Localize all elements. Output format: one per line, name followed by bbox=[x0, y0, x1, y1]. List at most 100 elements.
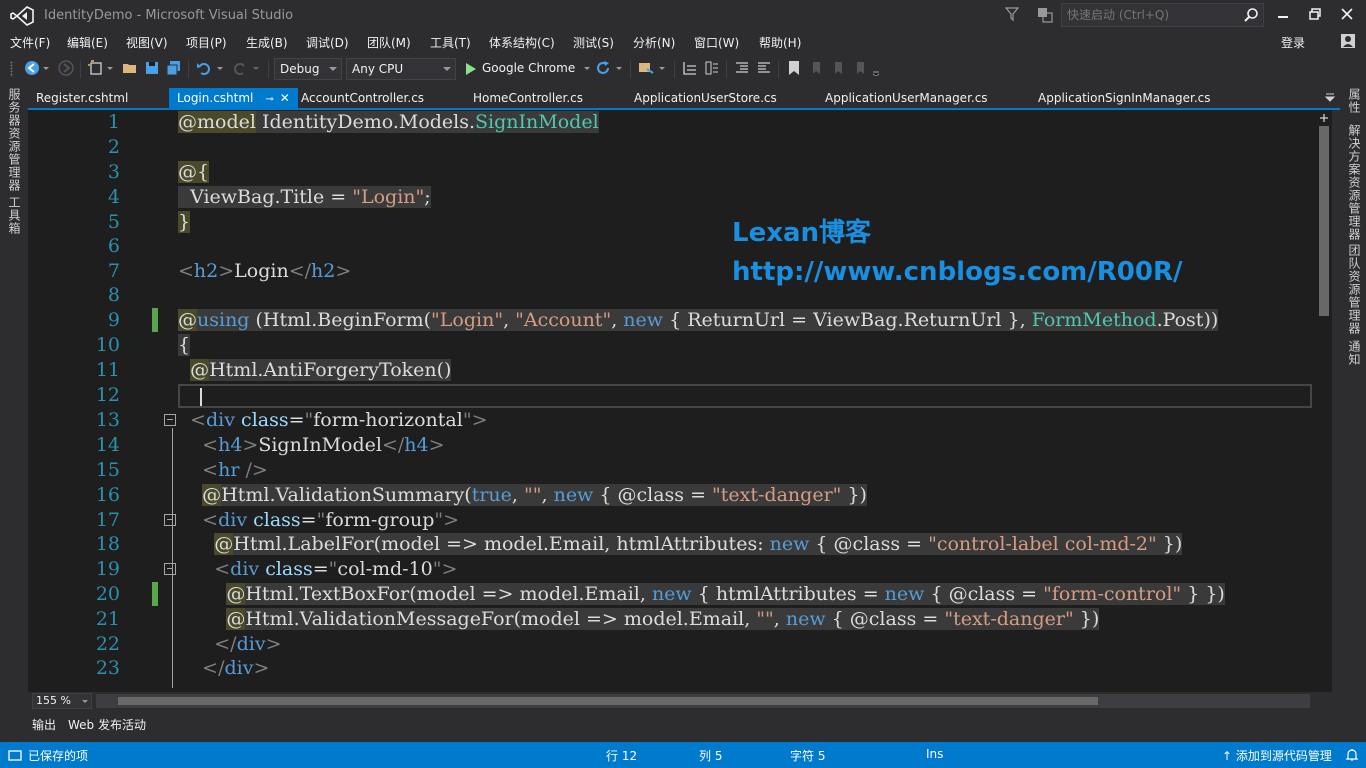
change-marker bbox=[152, 308, 158, 332]
solution-configuration-dropdown[interactable]: Debug bbox=[274, 58, 342, 80]
clear-bookmarks-icon[interactable] bbox=[852, 60, 868, 76]
toolbar-grip[interactable] bbox=[10, 61, 13, 77]
next-bookmark-icon[interactable] bbox=[830, 60, 846, 76]
split-editor-icon[interactable] bbox=[1316, 111, 1332, 125]
vertical-scroll-thumb[interactable] bbox=[1319, 126, 1329, 316]
tab-output[interactable]: 输出 bbox=[32, 716, 56, 733]
sign-in-link[interactable]: 登录 bbox=[1281, 34, 1305, 51]
tab-applicationsigninmanager-cs[interactable]: ApplicationSignInManager.cs bbox=[1030, 88, 1219, 109]
menu-debug[interactable]: 调试(D) bbox=[306, 34, 349, 51]
tab-register-cshtml[interactable]: Register.cshtml bbox=[28, 88, 136, 109]
menu-analyze[interactable]: 分析(N) bbox=[633, 34, 675, 51]
status-line: 行 12 bbox=[606, 749, 638, 763]
menu-project[interactable]: 项目(P) bbox=[186, 34, 227, 51]
code-line: 15 <hr /> bbox=[28, 458, 1308, 482]
feedback-icon[interactable] bbox=[1036, 6, 1054, 24]
menu-tools[interactable]: 工具(T) bbox=[430, 34, 471, 51]
redo-icon[interactable] bbox=[232, 60, 248, 76]
tab-list-dropdown-icon[interactable] bbox=[1325, 92, 1335, 102]
horizontal-scrollbar[interactable] bbox=[96, 694, 1310, 708]
status-bar: 已保存的项 行 12 列 5 字符 5 Ins ↑ 添加到源代码管理 bbox=[0, 742, 1366, 768]
previous-bookmark-icon[interactable] bbox=[808, 60, 824, 76]
redo-dropdown-icon[interactable] bbox=[252, 60, 260, 76]
new-project-dropdown-icon[interactable] bbox=[106, 60, 114, 76]
bookmark-icon[interactable] bbox=[786, 60, 802, 76]
run-target-dropdown-icon[interactable] bbox=[583, 60, 591, 76]
pin-icon[interactable]: ⊸ bbox=[265, 94, 273, 105]
tab-login-cshtml[interactable]: Login.cshtml ⊸ ✕ bbox=[169, 88, 298, 109]
line-number: 17 bbox=[95, 509, 120, 531]
start-debugging-button[interactable]: Google Chrome bbox=[462, 58, 575, 80]
save-icon[interactable] bbox=[144, 60, 160, 76]
quick-launch-box[interactable] bbox=[1061, 3, 1264, 27]
increase-indent-icon[interactable] bbox=[756, 60, 772, 76]
vertical-scrollbar[interactable] bbox=[1316, 110, 1332, 692]
maximize-button[interactable] bbox=[1300, 4, 1330, 26]
server-explorer-tab[interactable]: 服务器资源管理器 bbox=[6, 88, 23, 192]
solution-explorer-tab[interactable]: 解决方案资源管理器 bbox=[1346, 124, 1363, 241]
back-dropdown-icon[interactable] bbox=[42, 60, 50, 76]
properties-tab[interactable]: 属性 bbox=[1346, 88, 1363, 114]
source-control-button[interactable]: ↑ 添加到源代码管理 bbox=[1222, 747, 1332, 764]
refresh-icon[interactable] bbox=[595, 60, 611, 76]
team-explorer-tab[interactable]: 团队资源管理器 bbox=[1346, 244, 1363, 335]
open-file-icon[interactable] bbox=[122, 60, 138, 76]
save-all-icon[interactable] bbox=[166, 60, 182, 76]
undo-icon[interactable] bbox=[196, 60, 212, 76]
line-number: 21 bbox=[95, 608, 120, 630]
toolbar-overflow-icon[interactable] bbox=[872, 60, 880, 76]
horizontal-scroll-thumb[interactable] bbox=[118, 697, 1098, 705]
menu-view[interactable]: 视图(V) bbox=[126, 34, 168, 51]
zoom-dropdown[interactable]: 155 % bbox=[32, 693, 92, 709]
line-number: 12 bbox=[95, 384, 120, 406]
solution-platform-dropdown[interactable]: Any CPU bbox=[346, 58, 456, 80]
line-number: 8 bbox=[107, 284, 120, 306]
solution-explorer-icon[interactable] bbox=[682, 60, 698, 76]
undo-dropdown-icon[interactable] bbox=[216, 60, 224, 76]
account-icon[interactable] bbox=[1339, 32, 1357, 50]
tab-applicationusermanager-cs[interactable]: ApplicationUserManager.cs bbox=[817, 88, 996, 109]
search-icon[interactable] bbox=[1243, 7, 1259, 23]
toolbar-separator bbox=[726, 60, 727, 78]
new-project-icon[interactable] bbox=[88, 60, 104, 76]
restore-icon bbox=[1309, 8, 1321, 20]
collapse-region-icon[interactable] bbox=[164, 514, 176, 526]
line-number: 14 bbox=[95, 434, 120, 456]
menu-help[interactable]: 帮助(H) bbox=[759, 34, 801, 51]
collapse-region-icon[interactable] bbox=[164, 563, 176, 575]
quick-launch-input[interactable] bbox=[1062, 4, 1242, 26]
decrease-indent-icon[interactable] bbox=[734, 60, 750, 76]
menu-window[interactable]: 窗口(W) bbox=[694, 34, 739, 51]
menu-edit[interactable]: 编辑(E) bbox=[67, 34, 108, 51]
right-tool-window-strip: 属性 解决方案资源管理器 团队资源管理器 通知 bbox=[1340, 84, 1366, 742]
tab-homecontroller-cs[interactable]: HomeController.cs bbox=[465, 88, 591, 109]
refresh-dropdown-icon[interactable] bbox=[615, 60, 623, 76]
toolbox-tab[interactable]: 工具箱 bbox=[6, 196, 23, 235]
browser-link-dropdown-icon[interactable] bbox=[658, 60, 666, 76]
line-number: 9 bbox=[107, 309, 120, 331]
tab-label: ApplicationUserStore.cs bbox=[634, 91, 777, 105]
run-target-label: Google Chrome bbox=[482, 61, 576, 75]
close-button[interactable] bbox=[1332, 4, 1362, 26]
minimize-button[interactable] bbox=[1268, 4, 1298, 26]
code-editor[interactable]: 1 @model IdentityDemo.Models.SignInModel … bbox=[28, 110, 1332, 692]
code-text: <div class="form-horizontal"> bbox=[190, 409, 488, 431]
notifications-tab[interactable]: 通知 bbox=[1346, 340, 1363, 366]
class-view-icon[interactable] bbox=[704, 60, 720, 76]
close-tab-icon[interactable]: ✕ bbox=[280, 91, 290, 105]
navigate-back-icon[interactable] bbox=[24, 60, 40, 76]
navigate-forward-icon[interactable] bbox=[58, 60, 74, 76]
menu-test[interactable]: 测试(S) bbox=[573, 34, 614, 51]
notification-filter-icon[interactable] bbox=[1004, 6, 1020, 22]
tab-web-publish-activity[interactable]: Web 发布活动 bbox=[68, 716, 146, 733]
tab-applicationuserstore-cs[interactable]: ApplicationUserStore.cs bbox=[626, 88, 785, 109]
menu-build[interactable]: 生成(B) bbox=[246, 34, 288, 51]
menu-architecture[interactable]: 体系结构(C) bbox=[489, 34, 555, 51]
menu-file[interactable]: 文件(F) bbox=[10, 34, 50, 51]
tab-accountcontroller-cs[interactable]: AccountController.cs bbox=[293, 88, 432, 109]
collapse-region-icon[interactable] bbox=[164, 414, 176, 426]
code-line: 19 <div class="col-md-10"> bbox=[28, 557, 1308, 581]
notification-bell-icon[interactable] bbox=[1345, 748, 1359, 762]
browser-link-icon[interactable] bbox=[638, 60, 654, 76]
menu-team[interactable]: 团队(M) bbox=[367, 34, 411, 51]
